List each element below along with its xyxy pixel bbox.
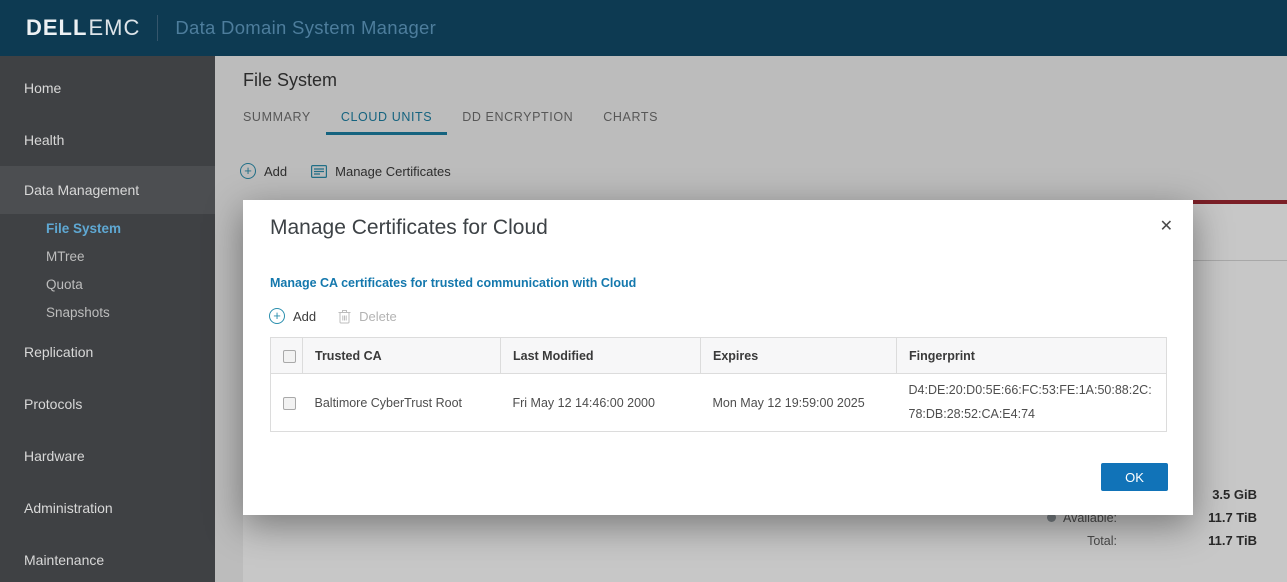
dialog-title: Manage Certificates for Cloud bbox=[270, 216, 548, 239]
row-checkbox[interactable] bbox=[283, 396, 296, 410]
top-header: DELL EMC Data Domain System Manager bbox=[0, 0, 1287, 56]
cell-expires: Mon May 12 19:59:00 2025 bbox=[700, 373, 897, 432]
add-label: Add bbox=[293, 308, 317, 324]
certificates-table: Trusted CA Last Modified Expires Fingerp… bbox=[270, 337, 1167, 432]
cell-fingerprint: D4:DE:20:D0:5E:66:FC:53:FE:1A:50:88:2C:7… bbox=[896, 373, 1167, 432]
close-icon[interactable]: ✕ bbox=[1160, 216, 1173, 236]
delete-certificate-button[interactable]: Delete bbox=[338, 309, 397, 324]
manage-certificates-dialog: Manage Certificates for Cloud ✕ Manage C… bbox=[243, 200, 1193, 515]
sidebar: Home Health Data Management File System … bbox=[0, 56, 215, 582]
certificates-toolbar: + Add Delete bbox=[269, 304, 397, 328]
cell-last-modified: Fri May 12 14:46:00 2000 bbox=[500, 373, 701, 432]
ok-button[interactable]: OK bbox=[1101, 463, 1168, 491]
sidebar-item-snapshots[interactable]: Snapshots bbox=[0, 298, 215, 326]
column-header-trusted-ca: Trusted CA bbox=[302, 337, 501, 374]
dell-emc-logo: DELL EMC bbox=[26, 15, 140, 41]
sidebar-item-quota[interactable]: Quota bbox=[0, 270, 215, 298]
column-header-fingerprint: Fingerprint bbox=[896, 337, 1167, 374]
delete-label: Delete bbox=[359, 308, 397, 324]
logo-dell-text: DELL bbox=[26, 15, 88, 40]
column-header-last-modified: Last Modified bbox=[500, 337, 701, 374]
table-header-row: Trusted CA Last Modified Expires Fingerp… bbox=[270, 337, 1167, 374]
sidebar-item-home[interactable]: Home bbox=[0, 62, 215, 114]
sidebar-item-data-management[interactable]: Data Management bbox=[0, 166, 215, 214]
sidebar-item-mtree[interactable]: MTree bbox=[0, 242, 215, 270]
select-all-checkbox[interactable] bbox=[283, 349, 296, 363]
delete-icon bbox=[338, 309, 351, 323]
add-certificate-button[interactable]: + Add bbox=[269, 308, 316, 324]
logo-emc-text: EMC bbox=[88, 15, 141, 40]
add-icon: + bbox=[269, 308, 285, 324]
sidebar-item-file-system[interactable]: File System bbox=[0, 214, 215, 242]
app-screen: DELL EMC Data Domain System Manager Home… bbox=[0, 0, 1287, 582]
sidebar-item-maintenance[interactable]: Maintenance bbox=[0, 534, 215, 582]
sidebar-item-replication[interactable]: Replication bbox=[0, 326, 215, 378]
sidebar-item-health[interactable]: Health bbox=[0, 114, 215, 166]
table-row[interactable]: Baltimore CyberTrust Root Fri May 12 14:… bbox=[270, 373, 1167, 432]
sidebar-item-hardware[interactable]: Hardware bbox=[0, 430, 215, 482]
app-title: Data Domain System Manager bbox=[175, 17, 437, 38]
dialog-description: Manage CA certificates for trusted commu… bbox=[270, 276, 637, 290]
column-header-expires: Expires bbox=[700, 337, 897, 374]
sidebar-item-administration[interactable]: Administration bbox=[0, 482, 215, 534]
sidebar-item-protocols[interactable]: Protocols bbox=[0, 378, 215, 430]
cell-trusted-ca: Baltimore CyberTrust Root bbox=[302, 373, 501, 432]
header-divider bbox=[157, 15, 159, 41]
